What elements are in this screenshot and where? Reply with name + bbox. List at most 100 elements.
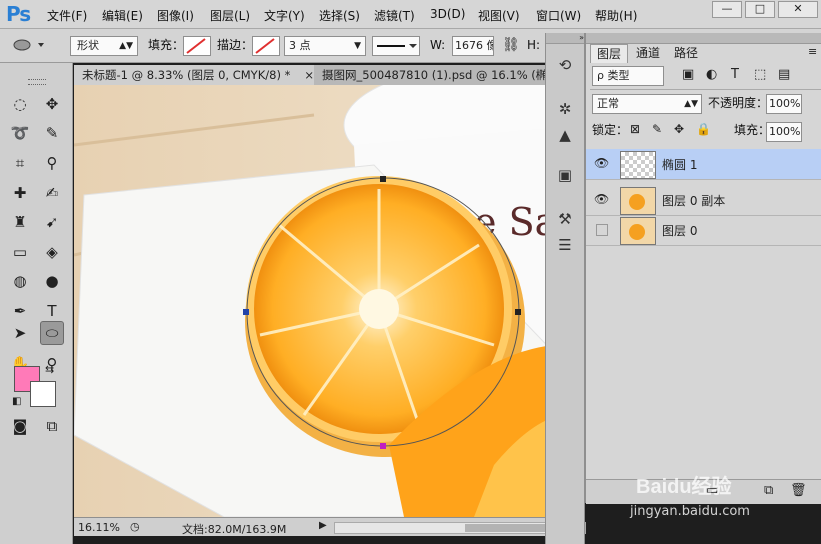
move-tool-icon[interactable]: ✥ (41, 93, 63, 115)
brush-tool-icon[interactable]: ✍ (41, 182, 63, 204)
crop-tool-icon[interactable]: ⌗ (9, 152, 31, 174)
history-brush-tool-icon[interactable]: ➹ (41, 211, 63, 233)
healing-brush-tool-icon[interactable]: ✚ (9, 182, 31, 204)
path-select-tool-icon[interactable]: ➤ (9, 322, 31, 344)
panel-menu-icon[interactable]: ≡ (808, 45, 817, 58)
adjustment-filter-icon[interactable]: ◐ (706, 67, 717, 82)
lasso-tool-icon[interactable]: ➰ (9, 122, 31, 144)
blend-mode-value: 正常 (597, 97, 619, 110)
no-color-icon (186, 38, 206, 54)
eraser-tool-icon[interactable]: ▭ (9, 241, 31, 263)
background-color-swatch[interactable] (30, 381, 56, 407)
tab-photo-psd[interactable]: 摄图网_500487810 (1).psd @ 16.1% (椭圆 (314, 65, 557, 85)
menu-window[interactable]: 窗口(W) (536, 7, 581, 24)
fill-swatch[interactable] (183, 36, 211, 56)
tab-layers[interactable]: 图层 (590, 44, 629, 63)
menu-layer[interactable]: 图层(L) (210, 7, 250, 24)
tab-untitled[interactable]: 未标题-1 @ 8.33% (图层 0, CMYK/8) * × (74, 65, 320, 85)
menu-filter[interactable]: 滤镜(T) (374, 7, 415, 24)
clone-stamp-tool-icon[interactable]: ♜ (9, 211, 31, 233)
tab-label: 摄图网_500487810 (1).psd @ 16.1% (椭圆 (322, 68, 557, 82)
layer-thumbnail (620, 151, 656, 179)
lock-position-icon[interactable]: ✥ (674, 122, 684, 136)
layer-row[interactable]: 👁 椭圆 1 (586, 149, 821, 180)
stroke-type-select[interactable] (372, 36, 420, 56)
menu-select[interactable]: 选择(S) (319, 7, 360, 24)
histogram-panel-icon[interactable]: ▲ (555, 125, 575, 145)
anchor-point[interactable] (380, 443, 386, 449)
document-canvas[interactable]: e Sa intent (74, 85, 585, 517)
dodge-tool-icon[interactable]: ● (41, 270, 63, 292)
tab-paths[interactable]: 路径 (668, 44, 704, 62)
menu-edit[interactable]: 编辑(E) (102, 7, 143, 24)
info-icon[interactable]: ◷ (130, 520, 140, 533)
menu-view[interactable]: 视图(V) (478, 7, 520, 24)
trash-icon[interactable]: 🗑 (790, 483, 807, 498)
eye-icon[interactable]: 👁 (594, 192, 609, 206)
pen-tool-icon[interactable]: ✒ (9, 300, 31, 322)
tool-presets-icon[interactable]: ⚒ (555, 209, 575, 229)
ellipse-tool-icon[interactable]: ⬭ (40, 321, 64, 345)
fill-value: 100% (769, 125, 801, 138)
anchor-point[interactable] (243, 309, 249, 315)
image-filter-icon[interactable]: ▣ (682, 67, 694, 82)
visibility-toggle[interactable] (596, 224, 608, 236)
lock-pixels-icon[interactable]: ✎ (652, 122, 662, 136)
minimize-button[interactable]: — (712, 1, 742, 18)
stroke-width-input[interactable]: 3 点 ▼ (284, 36, 366, 56)
shape-filter-icon[interactable]: ⬚ (754, 67, 766, 82)
eyedropper-tool-icon[interactable]: ⚲ (41, 152, 63, 174)
link-icon[interactable]: ⛓ (502, 37, 520, 53)
eye-icon[interactable]: 👁 (594, 156, 609, 170)
menu-3d[interactable]: 3D(D) (430, 7, 465, 21)
quick-mask-icon[interactable]: ◙ (9, 415, 31, 437)
menu-image[interactable]: 图像(I) (157, 7, 194, 24)
brush-panel-icon[interactable]: ✲ (555, 99, 575, 119)
panel-header[interactable] (586, 33, 821, 44)
type-filter-icon[interactable]: T (731, 67, 739, 82)
default-colors-icon[interactable]: ◧ (12, 396, 21, 407)
menu-file[interactable]: 文件(F) (47, 7, 87, 24)
lock-label: 锁定： (592, 123, 629, 137)
new-layer-icon[interactable]: ⧉ (764, 483, 773, 498)
anchor-point[interactable] (380, 176, 386, 182)
blend-mode-select[interactable]: 正常 ▲▼ (592, 94, 702, 114)
tab-channels[interactable]: 通道 (630, 44, 666, 62)
info-panel-icon[interactable]: ▣ (555, 165, 575, 185)
scrollbar-thumb[interactable] (465, 524, 545, 532)
blur-tool-icon[interactable]: ◍ (9, 270, 31, 292)
marquee-tool-icon[interactable]: ◌ (9, 93, 31, 115)
stroke-swatch[interactable] (252, 36, 280, 56)
anchor-point[interactable] (515, 309, 521, 315)
collapse-icon[interactable]: » (546, 33, 584, 44)
lock-transparent-icon[interactable]: ⊠ (630, 122, 640, 136)
quick-select-tool-icon[interactable]: ✎ (41, 122, 63, 144)
width-input[interactable]: 1676 像 (452, 36, 494, 56)
smart-object-filter-icon[interactable]: ▤ (778, 67, 790, 82)
swap-colors-icon[interactable]: ⇆ (45, 363, 54, 376)
close-icon[interactable]: × (304, 65, 314, 85)
spinner-icon: ▲▼ (684, 99, 698, 109)
menu-type[interactable]: 文字(Y) (264, 7, 305, 24)
expand-arrow-icon[interactable]: ▶ (319, 520, 327, 531)
solid-line-icon (377, 44, 417, 48)
lock-all-icon[interactable]: 🔒 (696, 122, 711, 136)
fill-input[interactable]: 100% (766, 122, 802, 142)
adjustments-icon[interactable]: ☰ (555, 235, 575, 255)
maximize-button[interactable]: □ (745, 1, 775, 18)
toolbar-grip[interactable] (28, 79, 46, 85)
ellipse-tool-icon (13, 39, 44, 51)
screen-mode-icon[interactable]: ⧉ (41, 415, 63, 437)
menu-help[interactable]: 帮助(H) (595, 7, 637, 24)
kind-filter-select[interactable]: ρ 类型 (592, 66, 664, 86)
zoom-level[interactable]: 16.11% (78, 521, 120, 534)
tool-preset-picker[interactable] (8, 35, 46, 55)
mode-select[interactable]: 形状 ▲▼ (70, 36, 138, 56)
opacity-input[interactable]: 100% (766, 94, 802, 114)
layer-row[interactable]: 图层 0 (586, 215, 821, 246)
layer-row[interactable]: 👁 图层 0 副本 (586, 185, 821, 216)
close-button[interactable]: ✕ (778, 1, 818, 18)
type-tool-icon[interactable]: T (41, 300, 63, 322)
history-panel-icon[interactable]: ⟲ (555, 55, 575, 75)
paint-bucket-tool-icon[interactable]: ◈ (41, 241, 63, 263)
